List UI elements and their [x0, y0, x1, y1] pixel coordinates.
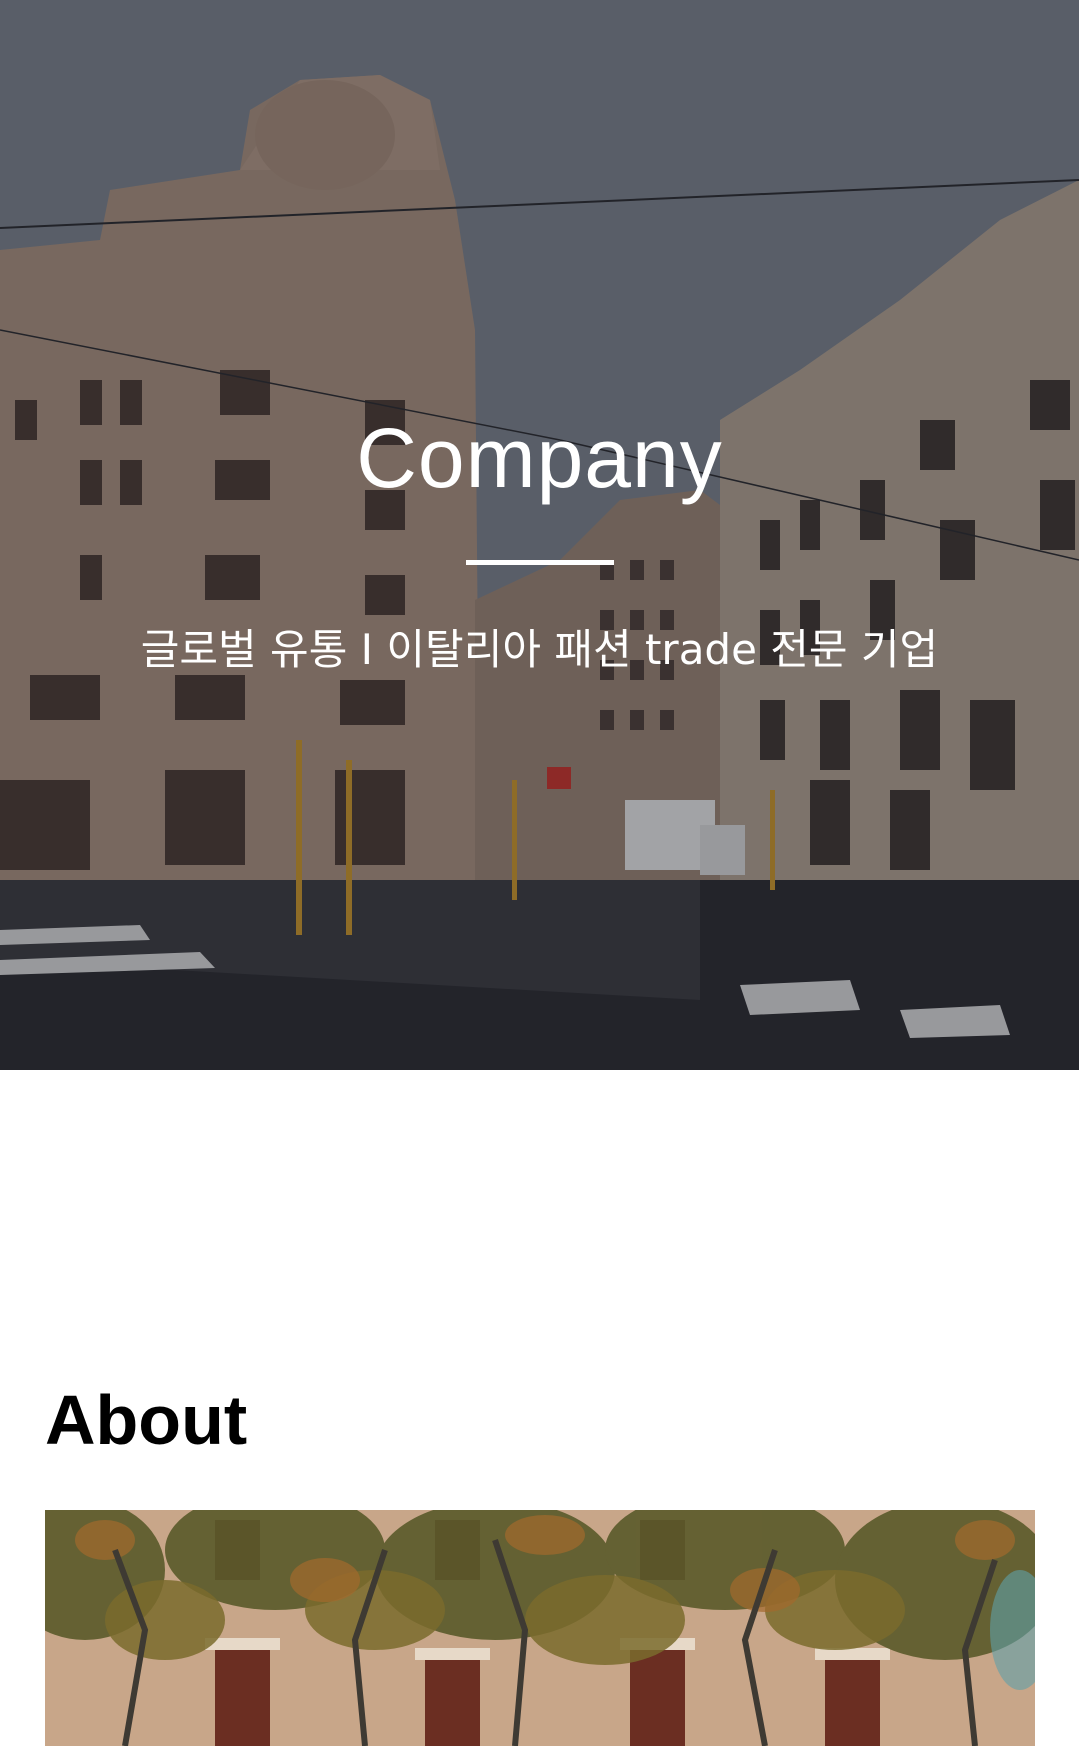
page: Company 글로벌 유통 I 이탈리아 패션 trade 전문 기업 Abo…: [0, 0, 1079, 1746]
about-image: [45, 1510, 1035, 1746]
hero-section: Company 글로벌 유통 I 이탈리아 패션 trade 전문 기업: [0, 0, 1079, 1070]
hero-divider: [466, 560, 614, 565]
hero-dark-overlay: [0, 0, 1079, 1070]
hero-title: Company: [356, 411, 723, 505]
hero-subtitle: 글로벌 유통 I 이탈리아 패션 trade 전문 기업: [140, 625, 939, 674]
about-heading: About: [45, 1381, 248, 1459]
